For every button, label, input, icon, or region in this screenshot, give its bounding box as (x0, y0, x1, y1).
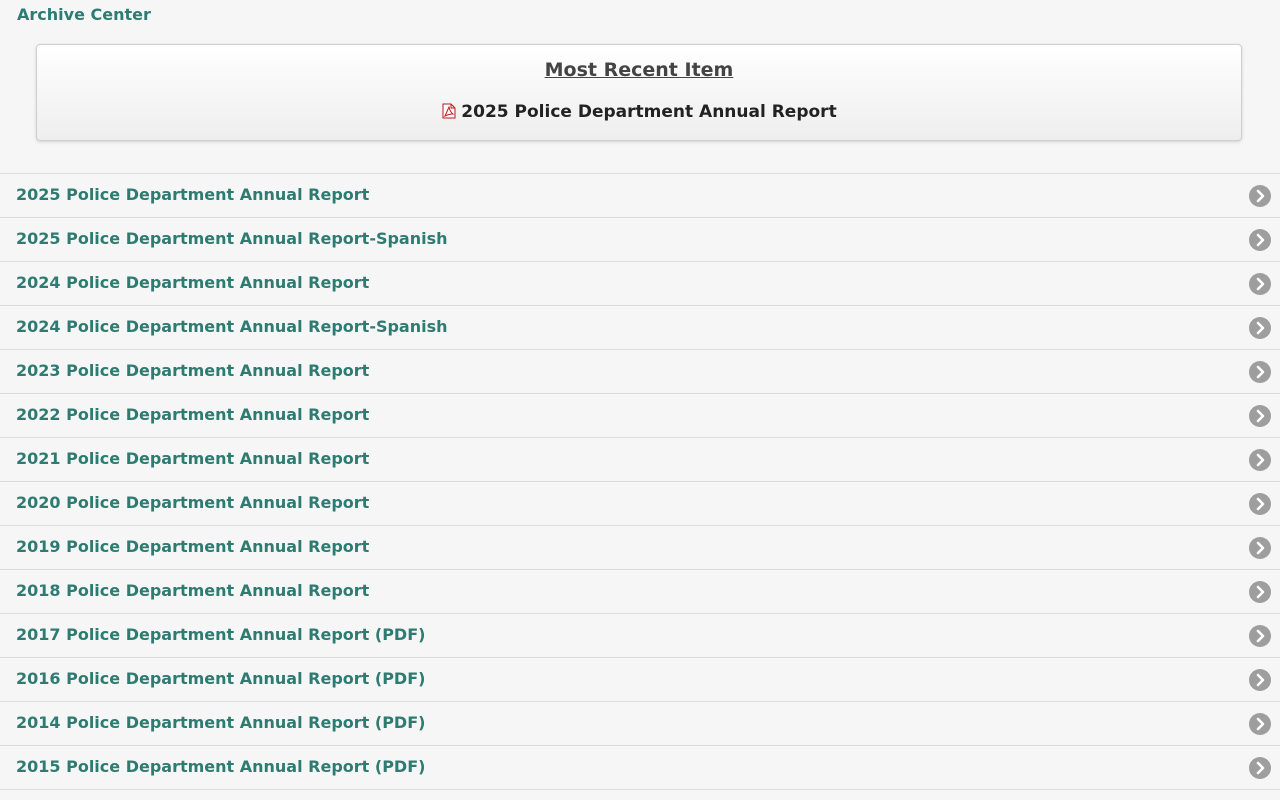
most-recent-item-link[interactable]: 2025 Police Department Annual Report (37, 101, 1241, 123)
chevron-right-circle-icon[interactable] (1249, 537, 1271, 559)
archive-list-item[interactable]: 2016 Police Department Annual Report (PD… (0, 657, 1280, 701)
chevron-right-circle-icon[interactable] (1249, 185, 1271, 207)
chevron-right-circle-icon[interactable] (1249, 317, 1271, 339)
archive-list-item[interactable]: 2023 Police Department Annual Report (0, 349, 1280, 393)
archive-list-item[interactable]: 2019 Police Department Annual Report (0, 525, 1280, 569)
chevron-right-circle-icon[interactable] (1249, 273, 1271, 295)
most-recent-item-panel: Most Recent Item 2025 Police Department … (36, 44, 1242, 141)
chevron-right-circle-icon[interactable] (1249, 493, 1271, 515)
archive-list-item[interactable]: 2025 Police Department Annual Report (0, 173, 1280, 217)
archive-item-label[interactable]: 2017 Police Department Annual Report (PD… (16, 625, 425, 645)
archive-list-item[interactable]: 2014 Police Department Annual Report (PD… (0, 701, 1280, 745)
chevron-right-circle-icon[interactable] (1249, 361, 1271, 383)
archive-item-label[interactable]: 2015 Police Department Annual Report (PD… (16, 757, 425, 777)
pdf-icon (442, 103, 456, 119)
archive-item-label[interactable]: 2019 Police Department Annual Report (16, 537, 369, 557)
archive-item-label[interactable]: 2025 Police Department Annual Report (16, 185, 369, 205)
archive-item-label[interactable]: 2025 Police Department Annual Report-Spa… (16, 229, 448, 249)
archive-list-item[interactable]: 2021 Police Department Annual Report (0, 437, 1280, 481)
chevron-right-circle-icon[interactable] (1249, 581, 1271, 603)
archive-item-label[interactable]: 2023 Police Department Annual Report (16, 361, 369, 381)
archive-list-item[interactable]: 2018 Police Department Annual Report (0, 569, 1280, 613)
most-recent-title: Most Recent Item (544, 59, 734, 81)
archive-item-label[interactable]: 2021 Police Department Annual Report (16, 449, 369, 469)
archive-item-label[interactable]: 2020 Police Department Annual Report (16, 493, 369, 513)
archive-list-item[interactable]: 2024 Police Department Annual Report-Spa… (0, 305, 1280, 349)
archive-item-label[interactable]: 2022 Police Department Annual Report (16, 405, 369, 425)
archive-list-item[interactable]: 2022 Police Department Annual Report (0, 393, 1280, 437)
chevron-right-circle-icon[interactable] (1249, 449, 1271, 471)
chevron-right-circle-icon[interactable] (1249, 405, 1271, 427)
archive-list-item[interactable]: 2020 Police Department Annual Report (0, 481, 1280, 525)
archive-item-label[interactable]: 2018 Police Department Annual Report (16, 581, 369, 601)
chevron-right-circle-icon[interactable] (1249, 757, 1271, 779)
archive-list-item[interactable]: 2024 Police Department Annual Report (0, 261, 1280, 305)
chevron-right-circle-icon[interactable] (1249, 229, 1271, 251)
archive-item-label[interactable]: 2014 Police Department Annual Report (PD… (16, 713, 425, 733)
list-divider (0, 789, 1280, 790)
chevron-right-circle-icon[interactable] (1249, 625, 1271, 647)
archive-list-item[interactable]: 2025 Police Department Annual Report-Spa… (0, 217, 1280, 261)
most-recent-item-label: 2025 Police Department Annual Report (461, 102, 837, 122)
archive-list: 2025 Police Department Annual Report 2025… (0, 173, 1280, 790)
archive-center-link[interactable]: Archive Center (17, 5, 151, 25)
archive-item-label[interactable]: 2024 Police Department Annual Report-Spa… (16, 317, 448, 337)
archive-item-label[interactable]: 2016 Police Department Annual Report (PD… (16, 669, 425, 689)
chevron-right-circle-icon[interactable] (1249, 669, 1271, 691)
archive-list-item[interactable]: 2015 Police Department Annual Report (PD… (0, 745, 1280, 789)
chevron-right-circle-icon[interactable] (1249, 713, 1271, 735)
archive-item-label[interactable]: 2024 Police Department Annual Report (16, 273, 369, 293)
archive-list-item[interactable]: 2017 Police Department Annual Report (PD… (0, 613, 1280, 657)
